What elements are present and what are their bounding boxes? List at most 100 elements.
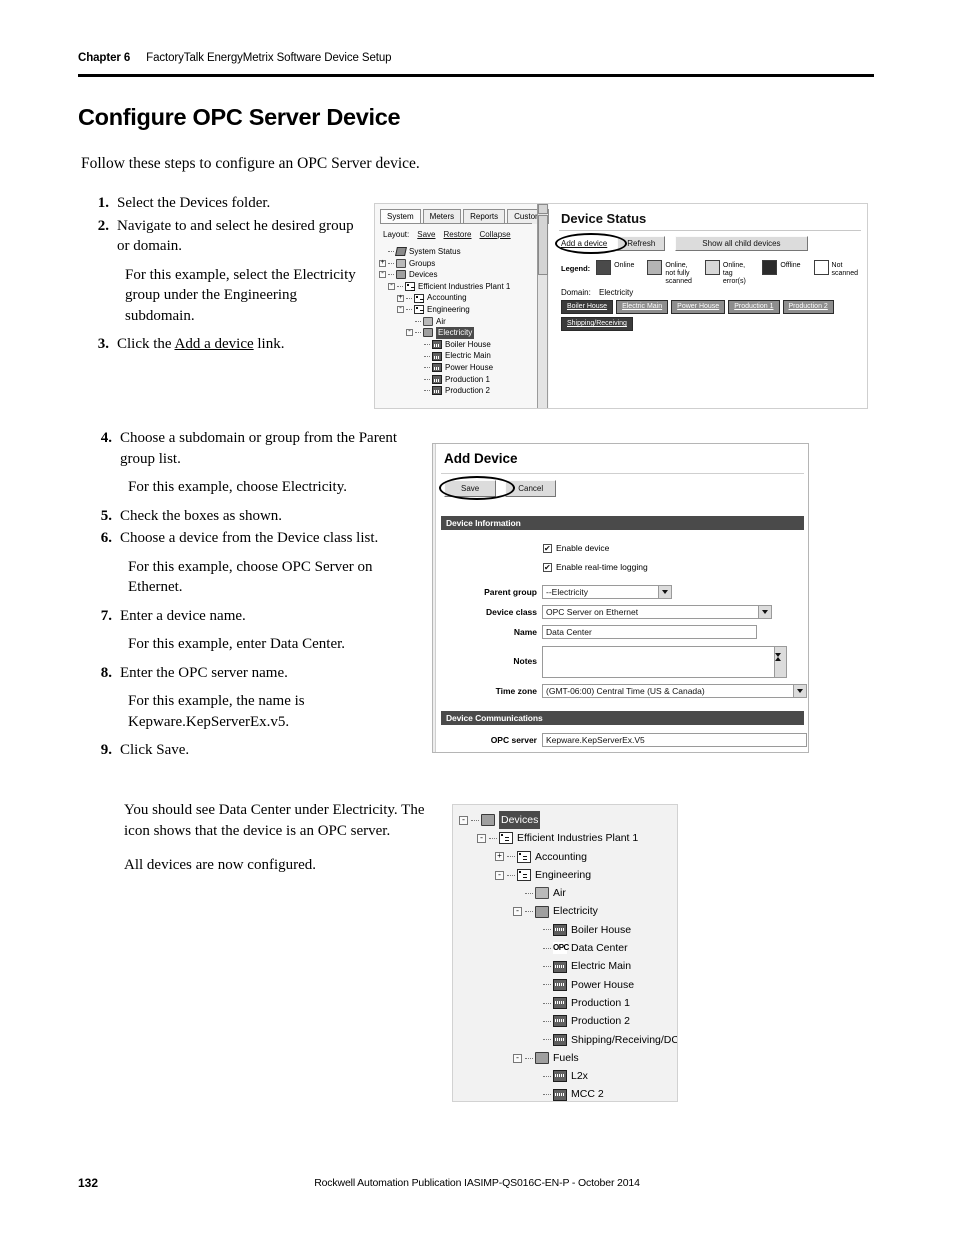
tab-meters[interactable]: Meters: [422, 209, 462, 224]
tree-item[interactable]: + Accounting: [379, 292, 510, 304]
tree-item[interactable]: - Electricity: [379, 327, 510, 339]
step-number: 2.: [97, 217, 109, 234]
tree-item[interactable]: - Efficient Industries Plant 1: [379, 281, 510, 293]
tree-item[interactable]: Electric Main: [379, 350, 510, 362]
tree-item[interactable]: - Devices: [459, 811, 677, 830]
chevron-down-icon[interactable]: [793, 685, 806, 697]
meter-icon: [553, 1070, 567, 1083]
tree-connector: [525, 892, 533, 894]
notes-row: Notes: [441, 646, 803, 678]
opc-server-input[interactable]: Kepware.KepServerEx.V5: [542, 733, 807, 747]
tree-item[interactable]: OPC Data Center: [459, 939, 677, 957]
tree-item[interactable]: + Accounting: [459, 848, 677, 866]
chevron-down-icon[interactable]: [758, 606, 771, 618]
parent-group-row: Parent group --Electricity: [441, 585, 803, 599]
notes-value[interactable]: [543, 647, 774, 677]
tree-connector: [406, 297, 412, 299]
tree-item[interactable]: - Engineering: [459, 866, 677, 884]
tree-item[interactable]: Production 2: [459, 1012, 677, 1030]
checkbox-icon[interactable]: [543, 562, 552, 573]
collapse-icon[interactable]: -: [513, 1053, 522, 1063]
expand-icon[interactable]: +: [379, 259, 386, 267]
parent-group-select[interactable]: --Electricity: [542, 585, 672, 599]
collapse-icon[interactable]: -: [513, 907, 522, 917]
tree-item[interactable]: Production 2: [379, 385, 510, 397]
chapter-label: Chapter 6: [78, 52, 131, 64]
enable-device-checkbox[interactable]: Enable device: [543, 543, 609, 554]
tree-item[interactable]: - Engineering: [379, 304, 510, 316]
device-class-select[interactable]: OPC Server on Ethernet: [542, 605, 772, 619]
collapse-icon[interactable]: -: [397, 306, 404, 314]
scroll-up-arrow[interactable]: [538, 204, 548, 214]
nav-scrollbar[interactable]: [537, 204, 548, 408]
device-status-button[interactable]: Electric Main: [616, 300, 669, 314]
collapse-icon[interactable]: -: [459, 815, 468, 825]
tree-item[interactable]: Boiler House: [459, 921, 677, 939]
time-zone-label: Time zone: [495, 686, 537, 696]
tree-item[interactable]: Power House: [459, 976, 677, 994]
tree-item[interactable]: - Devices: [379, 269, 510, 281]
domain-icon: [414, 293, 424, 303]
folder-open-icon: [535, 1052, 549, 1064]
domain-label: Domain:: [561, 288, 591, 297]
tree-item[interactable]: Air: [379, 316, 510, 328]
tab-reports[interactable]: Reports: [463, 209, 506, 224]
enable-realtime-logging-checkbox[interactable]: Enable real-time logging: [543, 562, 648, 573]
name-input[interactable]: Data Center: [542, 625, 757, 639]
show-all-child-devices-button[interactable]: Show all child devices: [675, 236, 808, 251]
collapse-icon[interactable]: -: [495, 870, 504, 880]
tree-item[interactable]: Power House: [379, 362, 510, 374]
device-status-button[interactable]: Power House: [671, 300, 726, 314]
collapse-icon[interactable]: -: [477, 833, 486, 843]
tree-item[interactable]: Air: [459, 884, 677, 902]
expand-icon[interactable]: +: [495, 852, 504, 862]
tree-item-label: Accounting: [535, 850, 587, 863]
tree-item[interactable]: - Electricity: [459, 902, 677, 920]
tree-item[interactable]: Electric Main: [459, 957, 677, 975]
tab-system[interactable]: System: [380, 209, 421, 224]
list-item: 6. Choose a device from the Device class…: [95, 528, 420, 549]
checkbox-icon[interactable]: [543, 543, 552, 554]
legend-swatch: [596, 260, 612, 275]
page-title: Configure OPC Server Device: [78, 104, 401, 130]
device-status-button[interactable]: Shipping/Receiving: [561, 317, 633, 331]
step-number: 3.: [97, 336, 109, 352]
layout-save-link[interactable]: Save: [417, 230, 435, 239]
meter-icon: [432, 351, 442, 361]
expand-icon[interactable]: +: [397, 294, 404, 302]
tree-item[interactable]: - Fuels: [459, 1049, 677, 1067]
notes-textarea[interactable]: [542, 646, 787, 678]
tree-connector: [424, 355, 430, 357]
tree-item[interactable]: MCC 2: [459, 1085, 677, 1101]
time-zone-row: Time zone (GMT-06:00) Central Time (US &…: [441, 684, 807, 698]
collapse-icon[interactable]: -: [388, 283, 395, 291]
device-status-button[interactable]: Production 1: [728, 300, 780, 314]
tree-item[interactable]: Production 1: [379, 374, 510, 386]
legend-label: Legend:: [561, 264, 591, 273]
collapse-icon[interactable]: -: [406, 329, 413, 337]
tree-connector: [397, 286, 403, 288]
layout-collapse-link[interactable]: Collapse: [480, 230, 511, 239]
notes-scrollbar[interactable]: [774, 647, 786, 677]
tree-item[interactable]: L2x: [459, 1067, 677, 1085]
tree-item[interactable]: Production 1: [459, 994, 677, 1012]
tree-item[interactable]: - Efficient Industries Plant 1: [459, 829, 677, 847]
time-zone-select[interactable]: (GMT-06:00) Central Time (US & Canada): [542, 684, 807, 698]
scrollbar-thumb[interactable]: [538, 215, 548, 275]
device-status-button[interactable]: Production 2: [782, 300, 834, 314]
tree-item[interactable]: System Status: [379, 246, 510, 258]
tree-item[interactable]: Shipping/Receiving/DC: [459, 1031, 677, 1049]
tree-item-label: Devices: [499, 811, 541, 830]
tree-item[interactable]: + Groups: [379, 258, 510, 270]
tree-item[interactable]: Boiler House: [379, 339, 510, 351]
device-status-button[interactable]: Boiler House: [561, 300, 614, 314]
layout-restore-link[interactable]: Restore: [443, 230, 471, 239]
chevron-down-icon[interactable]: [658, 586, 671, 598]
collapse-icon[interactable]: -: [379, 271, 386, 279]
add-a-device-link[interactable]: Add a device: [175, 336, 254, 352]
